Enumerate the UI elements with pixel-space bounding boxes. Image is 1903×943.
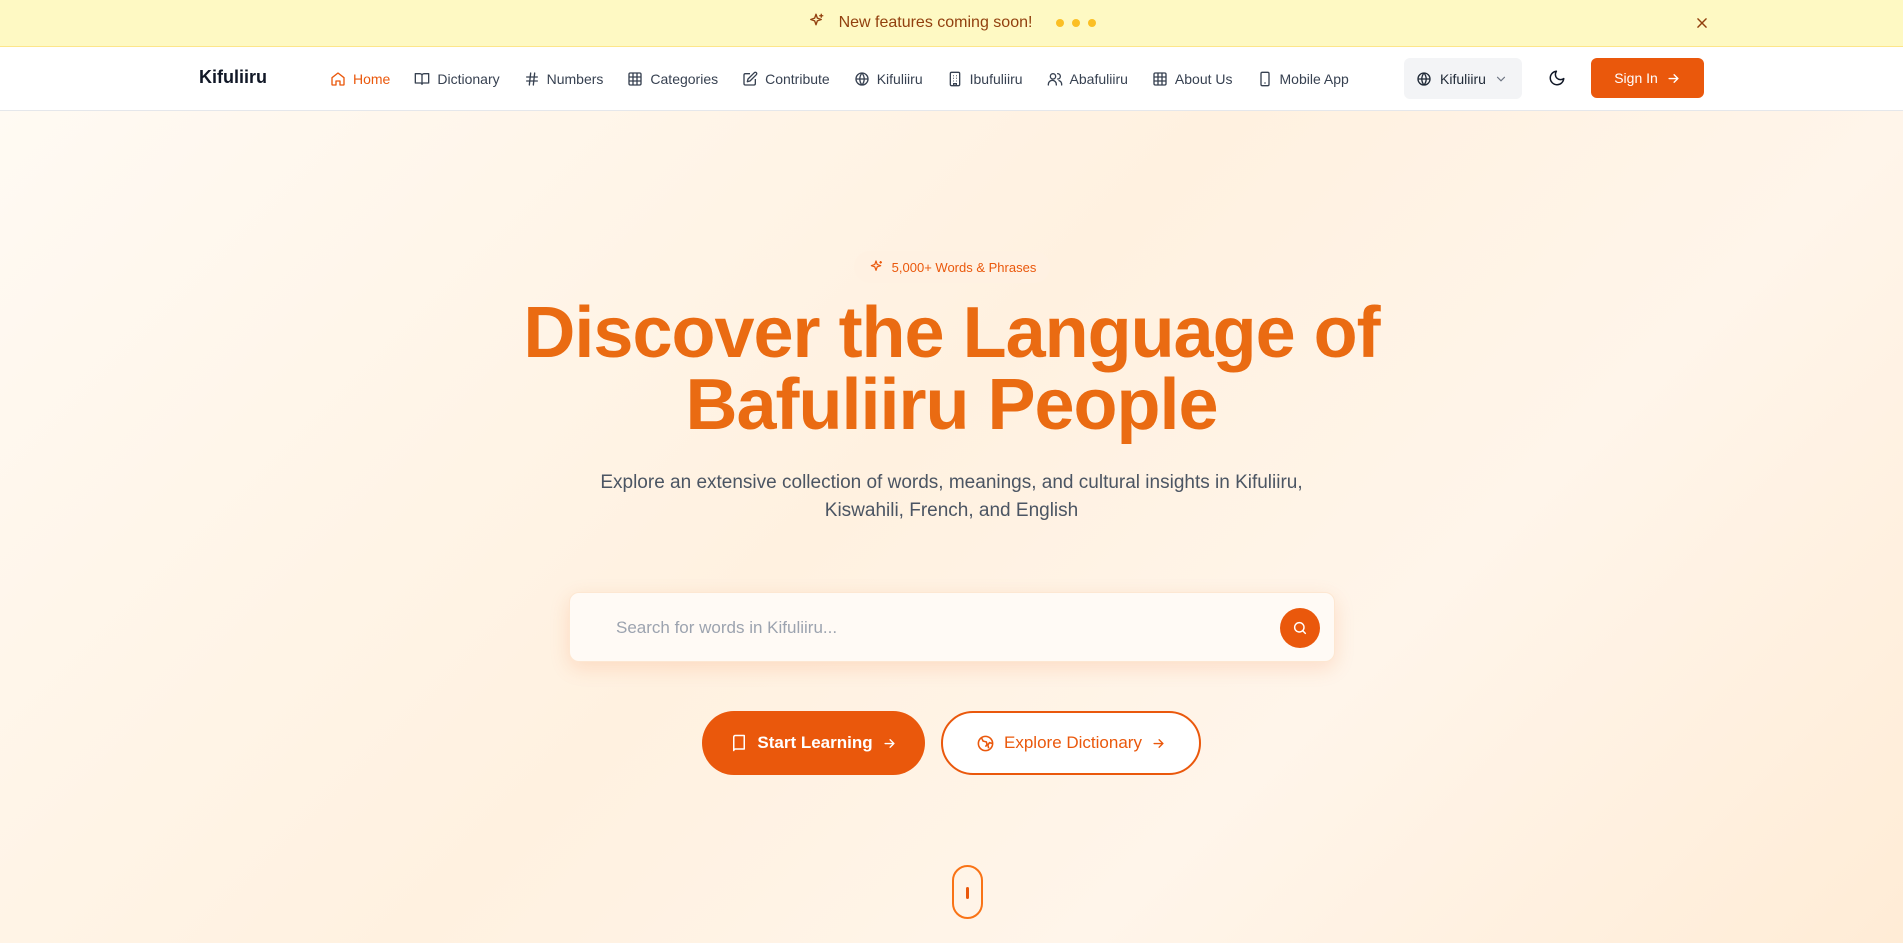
start-learning-button[interactable]: Start Learning (702, 711, 925, 775)
brand-logo[interactable]: Kifuliiru (199, 67, 267, 88)
badge-text: 5,000+ Words & Phrases (891, 259, 1037, 275)
loading-dots (1056, 19, 1097, 27)
hash-icon (525, 72, 538, 86)
chevron-down-icon (1496, 76, 1505, 82)
nav-item-mobile-app[interactable]: Mobile App (1257, 71, 1349, 87)
globe-icon (1417, 71, 1431, 86)
smartphone-icon (1259, 71, 1270, 87)
grid-icon (628, 72, 643, 86)
table-icon (1153, 72, 1167, 86)
close-banner-button[interactable] (1691, 12, 1713, 34)
sparkles-icon (807, 12, 825, 35)
edit-icon (743, 71, 758, 86)
users-icon (1047, 73, 1062, 86)
globe-icon (855, 72, 869, 86)
language-selector[interactable]: Kifuliiru (1404, 58, 1522, 99)
nav-item-label: Kifuliiru (876, 71, 923, 87)
sign-in-label: Sign In (1614, 70, 1658, 86)
scroll-down-indicator[interactable] (952, 865, 983, 919)
arrow-right-icon (884, 738, 895, 748)
selected-language: Kifuliiru (1440, 70, 1486, 87)
nav-item-label: Categories (650, 71, 719, 87)
hero-title-line-2: Bafuliiru People (685, 365, 1218, 445)
banner-text: New features coming soon! (838, 14, 1033, 31)
nav-item-abafuliiru[interactable]: Abafuliiru (1047, 71, 1128, 87)
word-count-badge: 5,000+ Words & Phrases (854, 251, 1050, 283)
arrow-right-icon (1668, 73, 1679, 83)
announcement-banner: New features coming soon! (0, 0, 1903, 47)
nav-item-label: Contribute (765, 71, 830, 87)
search-input[interactable] (616, 611, 1236, 645)
nav-item-contribute[interactable]: Contribute (742, 71, 830, 87)
hero-title-line-1: Discover the Language of (523, 293, 1380, 373)
nav-item-label: Home (353, 71, 391, 87)
home-icon (331, 72, 345, 86)
nav-item-label: Abafuliiru (1069, 71, 1128, 87)
explore-dictionary-label: Explore Dictionary (1004, 733, 1142, 752)
nav-item-label: About Us (1174, 71, 1233, 87)
nav-item-dictionary[interactable]: Dictionary (414, 71, 500, 87)
hero-title: Discover the Language of Bafuliiru Peopl… (0, 297, 1903, 441)
explore-dictionary-button[interactable]: Explore Dictionary (941, 711, 1201, 775)
nav-item-numbers[interactable]: Numbers (524, 71, 604, 87)
nav-item-label: Ibufuliiru (969, 71, 1023, 87)
search-bar (569, 592, 1335, 662)
arrow-right-icon (1153, 738, 1164, 748)
nav-item-categories[interactable]: Categories (627, 71, 718, 87)
nav-item-home[interactable]: Home (330, 71, 390, 87)
nav-item-label: Mobile App (1279, 71, 1349, 87)
start-learning-label: Start Learning (757, 733, 873, 752)
sparkles-icon (870, 260, 882, 271)
book-icon (733, 734, 746, 752)
globe-icon (977, 735, 994, 751)
nav-item-label: Numbers (546, 71, 604, 87)
search-icon (1293, 621, 1307, 635)
hero-subtitle: Explore an extensive collection of words… (600, 472, 1303, 521)
nav-item-label: Dictionary (437, 71, 500, 87)
nav-item-about-us[interactable]: About Us (1152, 71, 1233, 87)
main-menu: Home Dictionary Numbers Categories Contr… (330, 47, 1349, 111)
theme-toggle-button[interactable] (1544, 65, 1570, 91)
moon-icon (1549, 70, 1565, 86)
nav-item-ibufuliiru[interactable]: Ibufuliiru (947, 71, 1023, 87)
top-navbar: Kifuliiru Home Dictionary Numbers Catego… (0, 47, 1903, 111)
close-icon (1697, 18, 1707, 28)
book-open-icon (415, 73, 430, 85)
sign-in-button[interactable]: Sign In (1591, 58, 1704, 98)
building-icon (949, 71, 960, 87)
hero-section: 5,000+ Words & Phrases Discover the Lang… (0, 111, 1903, 943)
search-button[interactable] (1280, 608, 1320, 648)
mouse-wheel-icon (966, 887, 969, 899)
nav-item-kifuliiru[interactable]: Kifuliiru (854, 71, 923, 87)
